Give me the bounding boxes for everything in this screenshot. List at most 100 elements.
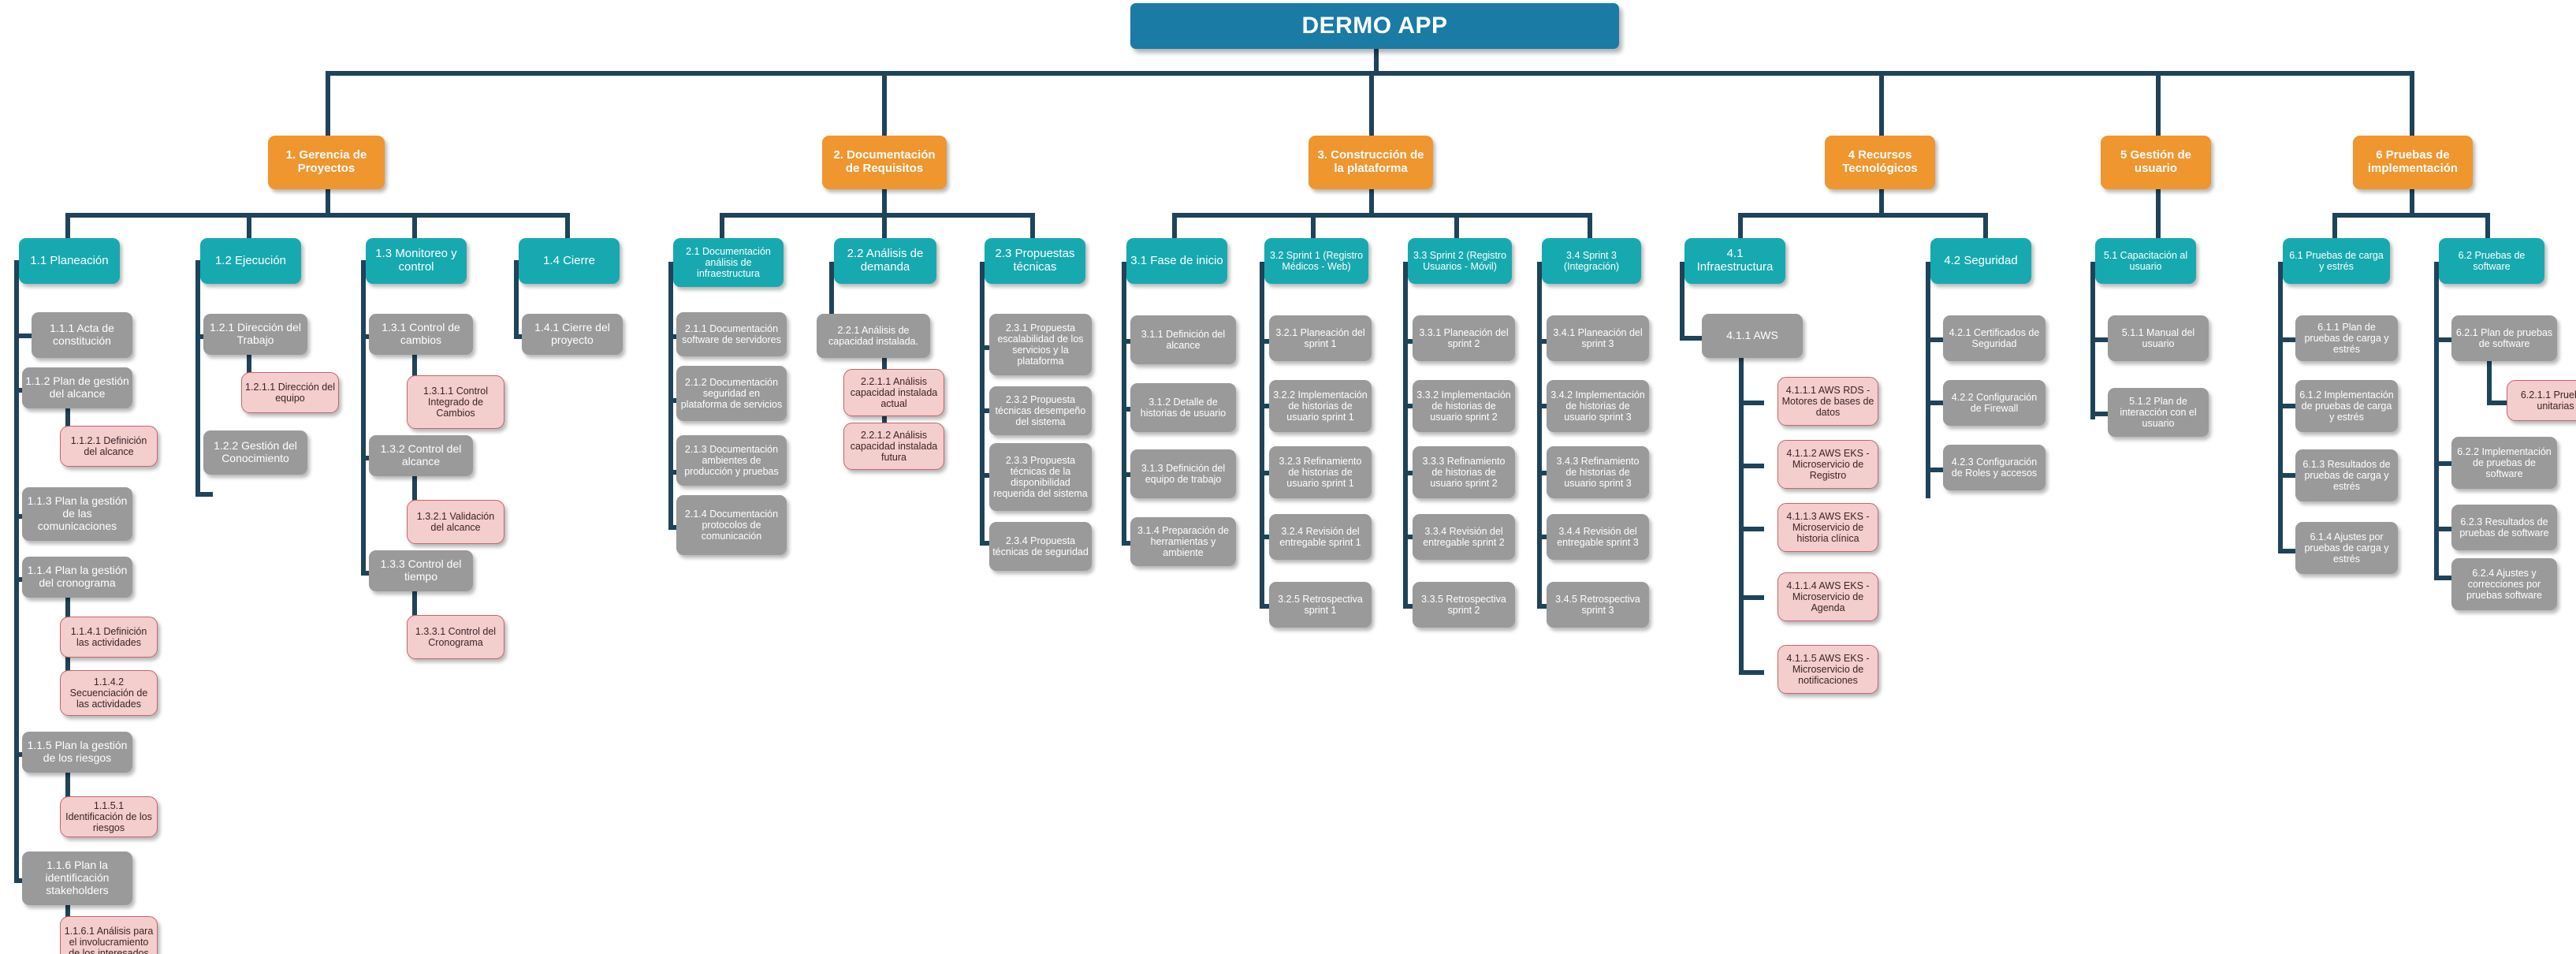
level3-node-implementacion-historias-sprint3[interactable]: 3.4.2 Implementación de historias de usu… [1547, 380, 1649, 432]
level4-node-definicion-actividades[interactable]: 1.1.4.1 Definición las actividades [60, 617, 158, 658]
level3-node-planeacion-sprint3[interactable]: 3.4.1 Planeación del sprint 3 [1547, 315, 1649, 361]
level4-node-identificacion-riesgos[interactable]: 1.1.5.1 Identificación de los riesgos [60, 796, 158, 837]
level3-node-propuesta-disponibilidad[interactable]: 2.3.3 Propuesta técnicas de la disponibi… [989, 443, 1092, 511]
level3-node-propuesta-escalabilidad[interactable]: 2.3.1 Propuesta escalabilidad de los ser… [989, 314, 1092, 375]
level3-node-doc-seguridad-plataforma[interactable]: 2.1.2 Documentación seguridad en platafo… [676, 366, 787, 421]
level3-node-implementacion-pruebas-carga[interactable]: 6.1.2 Implementación de pruebas de carga… [2295, 380, 2398, 432]
level2-node-pruebas-carga-estres[interactable]: 6.1 Pruebas de carga y estrés [2283, 238, 2390, 284]
level3-node-gestion-conocimiento[interactable]: 1.2.2 Gestión del Conocimiento [203, 430, 307, 475]
level3-node-revision-entregable-sprint2[interactable]: 3.3.4 Revisión del entregable sprint 2 [1413, 514, 1515, 560]
level4-node-aws-eks-microservicio-historia-clinica[interactable]: 4.1.1.3 AWS EKS - Microservicio de histo… [1778, 503, 1878, 552]
level1-node-recursos-tecnologicos[interactable]: 4 Recursos Tecnológicos [1825, 136, 1935, 189]
level2-node-capacitacion-usuario[interactable]: 5.1 Capacitación al usuario [2095, 238, 2196, 284]
level2-node-planeacion[interactable]: 1.1 Planeación [19, 238, 120, 284]
level3-node-refinamiento-historias-sprint3[interactable]: 3.4.3 Refinamiento de historias de usuar… [1547, 446, 1649, 498]
level2-node-propuestas-tecnicas[interactable]: 2.3 Propuestas técnicas [985, 238, 1085, 284]
level2-node-sprint2[interactable]: 3.3 Sprint 2 (Registro Usuarios - Móvil) [1408, 238, 1512, 284]
level3-node-plan-gestion-riesgos[interactable]: 1.1.5 Plan la gestión de los riesgos [22, 732, 132, 773]
level3-node-retrospectiva-sprint1[interactable]: 3.2.5 Retrospectiva sprint 1 [1269, 582, 1372, 628]
level1-node-construccion-plataforma[interactable]: 3. Construcción de la plataforma [1308, 136, 1433, 189]
level3-node-plan-pruebas-software[interactable]: 6.2.1 Plan de pruebas de software [2451, 315, 2557, 361]
level3-node-configuracion-roles-accesos[interactable]: 4.2.3 Configuración de Roles y accesos [1943, 445, 2046, 490]
level4-node-definicion-alcance[interactable]: 1.1.2.1 Definición del alcance [60, 426, 158, 467]
level4-node-control-integrado-cambios[interactable]: 1.3.1.1 Control Integrado de Cambios [407, 375, 504, 429]
level4-node-aws-rds-motores-bases-datos[interactable]: 4.1.1.1 AWS RDS - Motores de bases de da… [1778, 377, 1878, 426]
level3-node-preparacion-herramientas[interactable]: 3.1.4 Preparación de herramientas y ambi… [1130, 517, 1236, 566]
level3-node-propuesta-seguridad[interactable]: 2.3.4 Propuesta técnicas de seguridad [989, 522, 1092, 571]
level4-node-pruebas-unitarias[interactable]: 6.2.1.1 Pruebas unitarias [2507, 380, 2576, 421]
connector-c42-b3 [1926, 468, 1943, 472]
root-node-dermo-app[interactable]: DERMO APP [1130, 3, 1619, 49]
level3-node-plan-gestion-cronograma[interactable]: 1.1.4 Plan la gestión del cronograma [22, 557, 132, 598]
level4-node-analisis-capacidad-actual[interactable]: 2.2.1.1 Análisis capacidad instalada act… [843, 369, 944, 416]
level3-node-plan-gestion-alcance[interactable]: 1.1.2 Plan de gestión del alcance [22, 367, 132, 408]
level3-node-direccion-trabajo[interactable]: 1.2.1 Dirección del Trabajo [203, 314, 307, 355]
level4-node-aws-eks-microservicio-registro[interactable]: 4.1.1.2 AWS EKS - Microservicio de Regis… [1778, 440, 1878, 489]
level2-node-seguridad[interactable]: 4.2 Seguridad [1930, 238, 2031, 284]
level3-node-definicion-alcance[interactable]: 3.1.1 Definición del alcance [1130, 315, 1236, 364]
level2-label: 4.1 Infraestructura [1696, 247, 1774, 274]
level1-node-gestion-usuario[interactable]: 5 Gestión de usuario [2101, 136, 2211, 189]
level4-node-analisis-involucramiento-interesados[interactable]: 1.1.6.1 Análisis para el involucramiento… [60, 916, 158, 954]
level2-node-cierre[interactable]: 1.4 Cierre [519, 238, 620, 284]
level3-node-acta-constitucion[interactable]: 1.1.1 Acta de constitución [32, 312, 132, 358]
level3-node-refinamiento-historias-sprint2[interactable]: 3.3.3 Refinamiento de historias de usuar… [1413, 446, 1515, 498]
level3-node-ajustes-pruebas-carga[interactable]: 6.1.4 Ajustes por pruebas de carga y est… [2295, 522, 2398, 574]
level3-node-plan-identificacion-stakeholders[interactable]: 1.1.6 Plan la identificación stakeholder… [22, 852, 132, 905]
level3-node-analisis-capacidad-instalada[interactable]: 2.2.1 Análisis de capacidad instalada. [817, 314, 930, 358]
level3-node-implementacion-historias-sprint2[interactable]: 3.3.2 Implementación de historias de usu… [1413, 380, 1515, 432]
level3-node-revision-entregable-sprint3[interactable]: 3.4.4 Revisión del entregable sprint 3 [1547, 514, 1649, 560]
level2-node-doc-analisis-infraestructura[interactable]: 2.1 Documentación análisis de infraestru… [673, 238, 784, 287]
level3-node-plan-gestion-comunicaciones[interactable]: 1.1.3 Plan la gestión de las comunicacio… [22, 487, 132, 541]
connector-g1-d3 [412, 213, 417, 238]
level3-node-cierre-proyecto[interactable]: 1.4.1 Cierre del proyecto [522, 314, 623, 355]
level3-node-plan-interaccion-usuario[interactable]: 5.1.2 Plan de interacción con el usuario [2108, 388, 2209, 437]
level3-node-doc-protocolos-comunicacion[interactable]: 2.1.4 Documentación protocolos de comuni… [676, 495, 787, 555]
connector-g6-stem [2410, 189, 2414, 213]
level4-node-aws-eks-microservicio-notificaciones[interactable]: 4.1.1.5 AWS EKS - Microservicio de notif… [1778, 645, 1878, 694]
level3-node-ajustes-correcciones-software[interactable]: 6.2.4 Ajustes y correcciones por pruebas… [2451, 558, 2557, 610]
level4-node-aws-eks-microservicio-agenda[interactable]: 4.1.1.4 AWS EKS - Microservicio de Agend… [1778, 572, 1878, 621]
level3-node-resultados-pruebas-software[interactable]: 6.2.3 Resultados de pruebas de software [2451, 505, 2557, 550]
level4-node-secuenciacion-actividades[interactable]: 1.1.4.2 Secuenciación de las actividades [60, 670, 158, 716]
level1-node-pruebas-implementacion[interactable]: 6 Pruebas de implementación [2353, 136, 2473, 189]
level3-node-retrospectiva-sprint3[interactable]: 3.4.5 Retrospectiva sprint 3 [1547, 582, 1649, 628]
level3-node-implementacion-pruebas-software[interactable]: 6.2.2 Implementación de pruebas de softw… [2451, 437, 2557, 489]
level1-node-documentacion-requisitos[interactable]: 2. Documentación de Requisitos [822, 136, 947, 189]
level4-node-validacion-alcance[interactable]: 1.3.2.1 Validación del alcance [407, 500, 504, 544]
level3-node-control-cambios[interactable]: 1.3.1 Control de cambios [369, 314, 473, 355]
level3-node-planeacion-sprint2[interactable]: 3.3.1 Planeación del sprint 2 [1413, 315, 1515, 361]
level3-label: 2.3.4 Propuesta técnicas de seguridad [992, 535, 1089, 557]
level2-node-sprint3[interactable]: 3.4 Sprint 3 (Integración) [1542, 238, 1641, 284]
level3-node-control-alcance[interactable]: 1.3.2 Control del alcance [369, 435, 473, 476]
level3-node-refinamiento-historias-sprint1[interactable]: 3.2.3 Refinamiento de historias de usuar… [1269, 446, 1372, 498]
level4-node-direccion-equipo[interactable]: 1.2.1.1 Dirección del equipo [241, 372, 339, 413]
level3-node-retrospectiva-sprint2[interactable]: 3.3.5 Retrospectiva sprint 2 [1413, 582, 1515, 628]
level3-node-doc-software-servidores[interactable]: 2.1.1 Documentación software de servidor… [676, 312, 787, 356]
level3-node-configuracion-firewall[interactable]: 4.2.2 Configuración de Firewall [1943, 380, 2046, 426]
level2-node-fase-inicio[interactable]: 3.1 Fase de inicio [1126, 238, 1227, 284]
level3-node-propuesta-desempeno[interactable]: 2.3.2 Propuesta técnicas desempeño del s… [989, 386, 1092, 435]
level3-label: 3.4.4 Revisión del entregable sprint 3 [1557, 526, 1639, 548]
level1-node-gerencia-proyectos[interactable]: 1. Gerencia de Proyectos [268, 136, 385, 189]
level3-node-implementacion-historias-sprint1[interactable]: 3.2.2 Implementación de historias de usu… [1269, 380, 1372, 432]
level2-node-infraestructura[interactable]: 4.1 Infraestructura [1684, 238, 1785, 284]
level3-node-doc-ambientes-produccion[interactable]: 2.1.3 Documentación ambientes de producc… [676, 435, 787, 486]
level3-node-manual-usuario[interactable]: 5.1.1 Manual del usuario [2108, 315, 2209, 361]
level3-node-definicion-equipo-trabajo[interactable]: 3.1.3 Definición del equipo de trabajo [1130, 449, 1236, 498]
level2-node-pruebas-software[interactable]: 6.2 Pruebas de software [2439, 238, 2544, 284]
level2-node-sprint1[interactable]: 3.2 Sprint 1 (Registro Médicos - Web) [1264, 238, 1368, 284]
level3-node-plan-pruebas-carga[interactable]: 6.1.1 Plan de pruebas de carga y estrés [2295, 315, 2398, 361]
level2-node-analisis-demanda[interactable]: 2.2 Análisis de demanda [834, 238, 936, 284]
level2-node-ejecucion[interactable]: 1.2 Ejecución [200, 238, 301, 284]
level3-node-revision-entregable-sprint1[interactable]: 3.2.4 Revisión del entregable sprint 1 [1269, 514, 1372, 560]
level2-node-monitoreo-control[interactable]: 1.3 Monitoreo y control [366, 238, 467, 284]
level3-node-certificados-seguridad[interactable]: 4.2.1 Certificados de Seguridad [1943, 315, 2046, 361]
level4-node-control-cronograma[interactable]: 1.3.3.1 Control del Cronograma [407, 615, 504, 659]
level4-node-analisis-capacidad-futura[interactable]: 2.2.1.2 Análisis capacidad instalada fut… [843, 423, 944, 470]
level3-node-control-tiempo[interactable]: 1.3.3 Control del tiempo [369, 550, 473, 591]
level3-node-aws[interactable]: 4.1.1 AWS [1702, 314, 1803, 358]
level3-node-planeacion-sprint1[interactable]: 3.2.1 Planeación del sprint 1 [1269, 315, 1372, 361]
level3-node-resultados-pruebas-carga[interactable]: 6.1.3 Resultados de pruebas de carga y e… [2295, 449, 2398, 501]
level3-node-detalle-historias-usuario[interactable]: 3.1.2 Detalle de historias de usuario [1130, 383, 1236, 432]
